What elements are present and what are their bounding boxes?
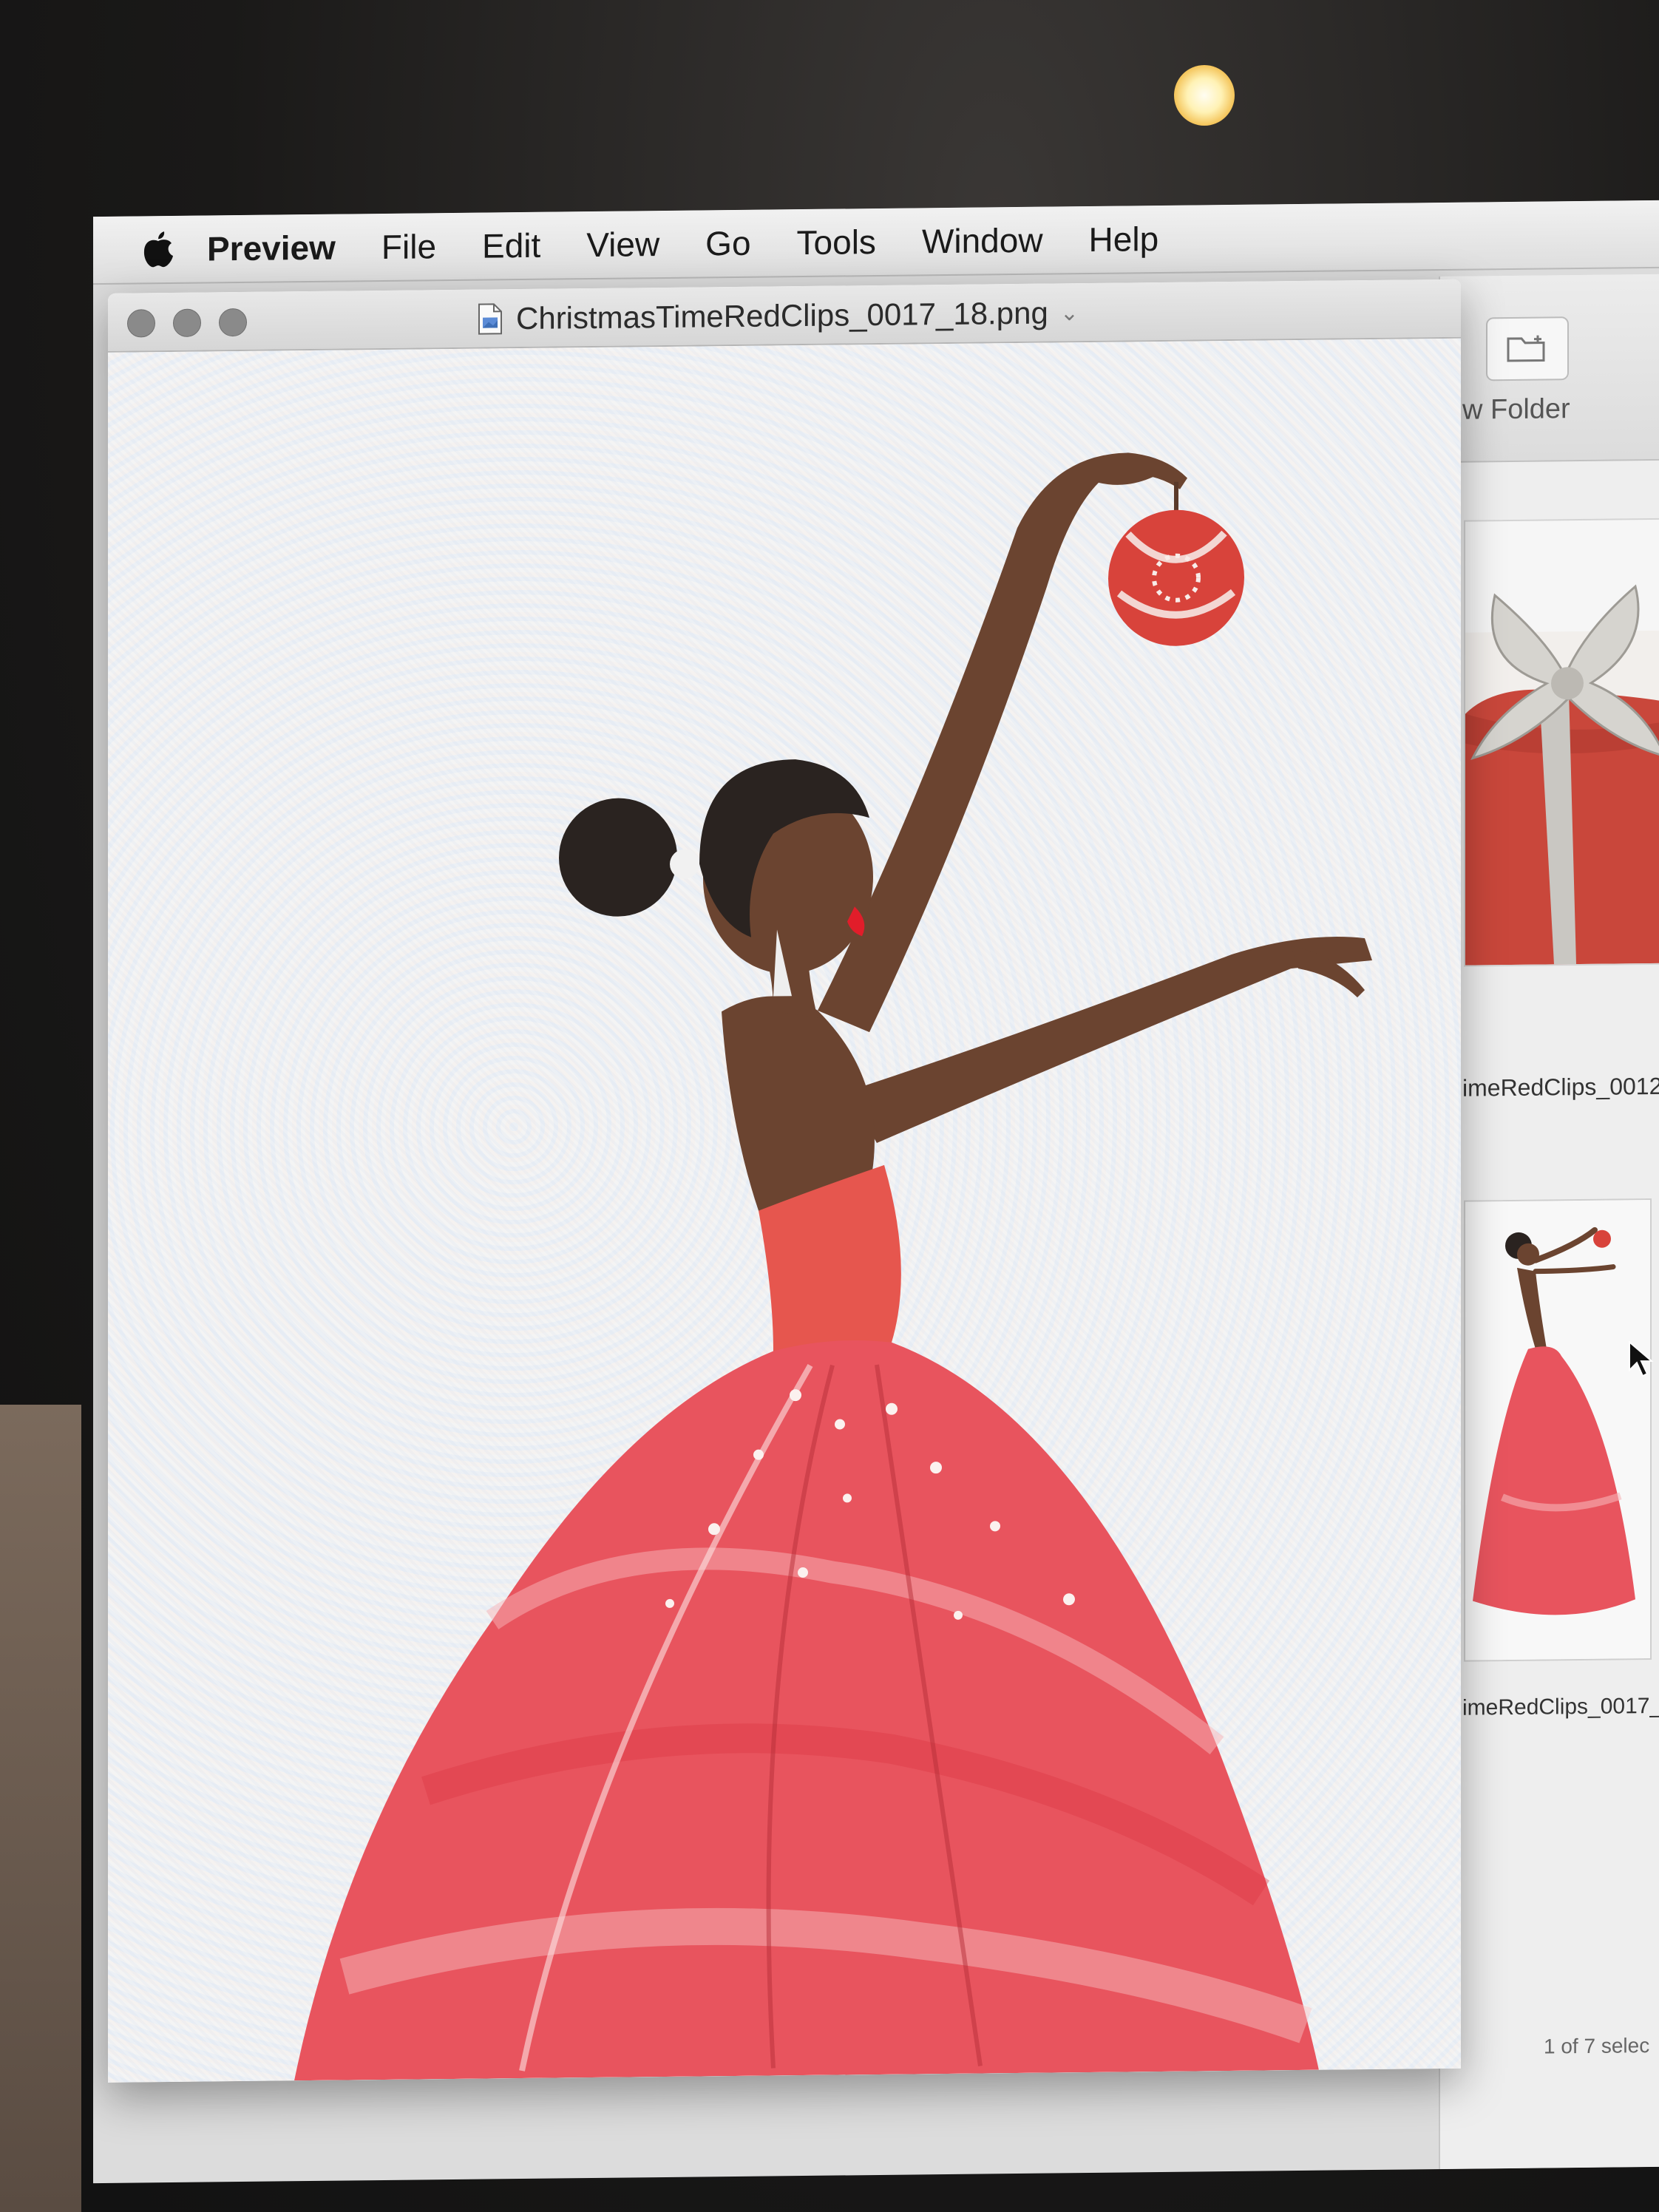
menu-view[interactable]: View [586, 224, 659, 265]
thumbnail-ballgown-label: imeRedClips_0017_18.png [1462, 1692, 1659, 1720]
zoom-button[interactable] [219, 308, 247, 337]
apple-icon[interactable] [139, 227, 177, 272]
close-button[interactable] [127, 309, 155, 338]
window-title: ChristmasTimeRedClips_0017_18.png [516, 295, 1048, 336]
finder-window: w Folder imeRedClips_0012_13. imeRedClip… [1439, 274, 1659, 2170]
ballgown-woman-with-ornament-illustration [293, 452, 1372, 2083]
ballgown-woman-thumbnail [1465, 1200, 1650, 1660]
red-gift-box-thumbnail [1465, 584, 1659, 966]
menu-edit[interactable]: Edit [482, 225, 540, 266]
thumbnail-ballgown[interactable] [1464, 1198, 1654, 1662]
preview-window: ChristmasTimeRedClips_0017_18.png ⌄ [108, 279, 1461, 2083]
png-file-icon [478, 303, 502, 335]
thumbnail-gift-label: imeRedClips_0012_13. [1462, 1072, 1659, 1102]
finder-toolbar: w Folder [1440, 274, 1659, 464]
new-folder-button[interactable] [1486, 316, 1569, 381]
menu-tools[interactable]: Tools [797, 222, 876, 262]
new-folder-label: w Folder [1462, 393, 1570, 426]
menu-go[interactable]: Go [705, 223, 750, 264]
minimize-button[interactable] [173, 308, 201, 337]
image-canvas [108, 338, 1461, 2083]
folder-plus-icon [1507, 335, 1545, 362]
chevron-down-icon[interactable]: ⌄ [1060, 300, 1079, 326]
screen: Preview File Edit View Go Tools Window H… [93, 200, 1659, 2184]
menu-preview[interactable]: Preview [207, 228, 336, 269]
mouse-pointer-icon [1629, 1340, 1654, 1377]
menu-window[interactable]: Window [922, 220, 1043, 262]
menu-file[interactable]: File [381, 226, 436, 267]
camera-light [1174, 65, 1235, 126]
window-title-group[interactable]: ChristmasTimeRedClips_0017_18.png ⌄ [478, 294, 1079, 339]
desk-surface [0, 1405, 81, 2212]
selection-status: 1 of 7 selec [1544, 2034, 1650, 2058]
menu-help[interactable]: Help [1089, 219, 1159, 259]
thumbnail-gift[interactable] [1464, 518, 1659, 967]
